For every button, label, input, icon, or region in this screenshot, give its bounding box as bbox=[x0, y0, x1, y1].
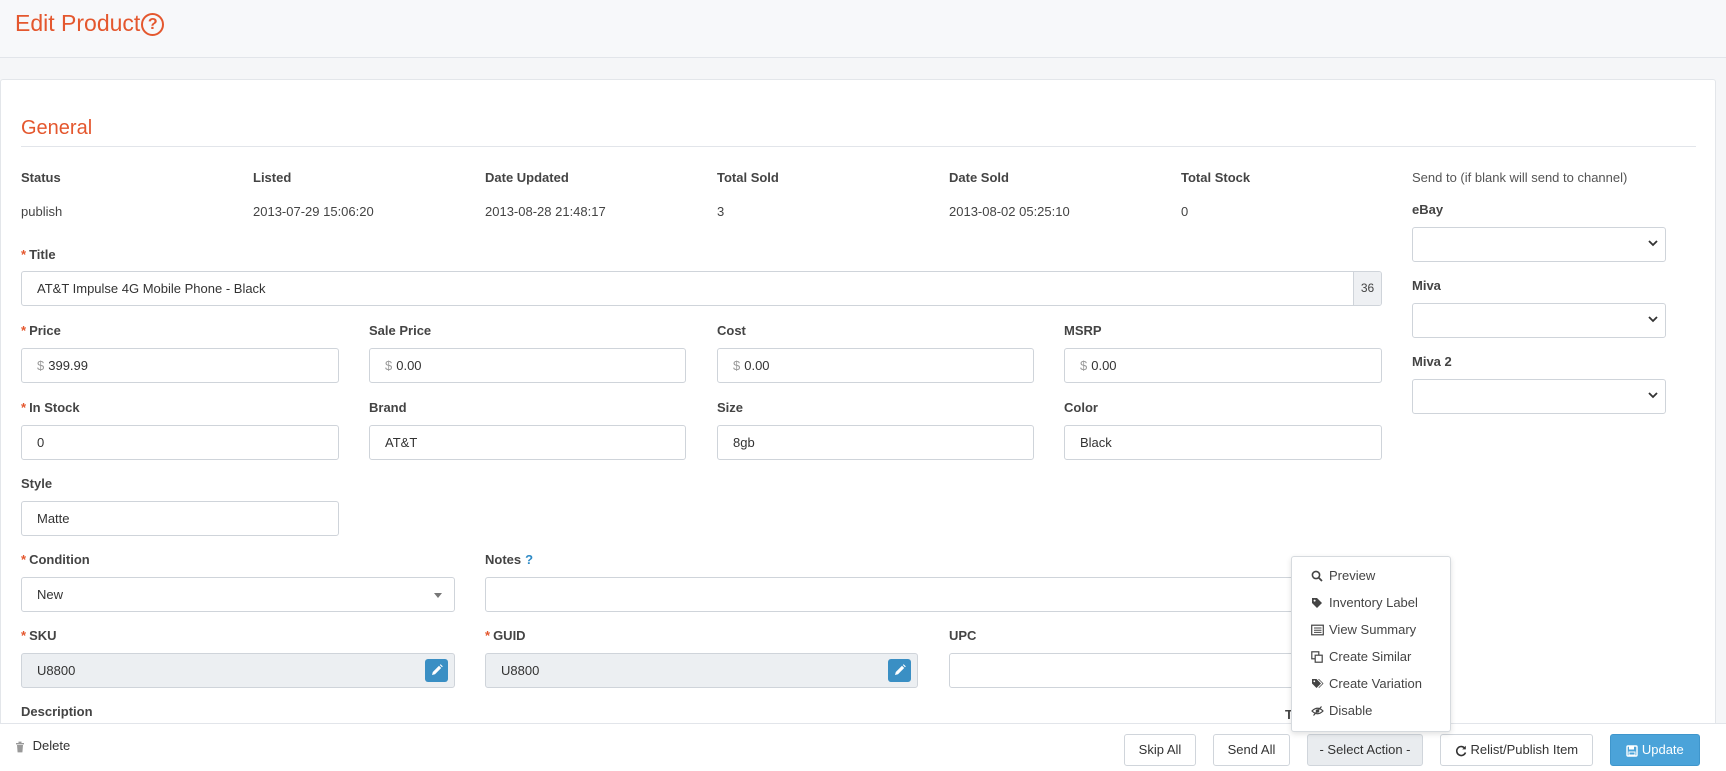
copy-icon bbox=[1311, 651, 1323, 663]
date-updated-value: 2013-08-28 21:48:17 bbox=[485, 204, 606, 219]
condition-value: New bbox=[37, 587, 64, 602]
date-updated-label: Date Updated bbox=[485, 170, 569, 185]
sale-price-label: Sale Price bbox=[369, 323, 432, 338]
tags-icon bbox=[1312, 679, 1324, 688]
send-to-heading: Send to (if blank will send to channel) bbox=[1412, 170, 1628, 185]
in-stock-input[interactable]: 0 bbox=[21, 425, 339, 460]
section-divider bbox=[21, 146, 1696, 147]
chevron-down-icon bbox=[1648, 316, 1658, 323]
section-title: General bbox=[21, 117, 93, 139]
style-input[interactable]: Matte bbox=[21, 501, 339, 536]
sku-label: * SKU bbox=[21, 628, 57, 643]
date-sold-value: 2013-08-02 05:25:10 bbox=[949, 204, 1070, 219]
condition-label: * Condition bbox=[21, 552, 90, 567]
size-input[interactable]: 8gb bbox=[717, 425, 1034, 460]
sale-price-input[interactable]: $0.00 bbox=[369, 348, 686, 383]
cost-input[interactable]: $0.00 bbox=[717, 348, 1034, 383]
notes-input[interactable] bbox=[485, 577, 1305, 612]
color-input[interactable]: Black bbox=[1064, 425, 1382, 460]
list-icon bbox=[1311, 624, 1324, 636]
update-button[interactable]: Update bbox=[1610, 734, 1700, 766]
send-all-button[interactable]: Send All bbox=[1213, 734, 1290, 766]
price-label: * Price bbox=[21, 323, 61, 338]
upc-label: UPC bbox=[949, 628, 977, 643]
pencil-icon bbox=[432, 664, 443, 675]
miva-label: Miva bbox=[1412, 278, 1441, 293]
select-action-menu: Preview Inventory Label View Summary Cre… bbox=[1291, 556, 1451, 732]
page-title: Edit Product? bbox=[15, 10, 165, 37]
total-stock-value: 0 bbox=[1181, 204, 1189, 219]
refresh-icon bbox=[1455, 745, 1467, 756]
general-card: General Status publish Listed 2013-07-29… bbox=[0, 79, 1716, 729]
total-stock-label: Total Stock bbox=[1181, 170, 1251, 185]
condition-select[interactable]: New bbox=[21, 577, 455, 612]
size-label: Size bbox=[717, 400, 744, 415]
update-label: Update bbox=[1641, 742, 1684, 757]
total-sold-value: 3 bbox=[717, 204, 725, 219]
cost-label: Cost bbox=[717, 323, 746, 338]
relist-publish-label: Relist/Publish Item bbox=[1470, 742, 1579, 757]
msrp-input[interactable]: $0.00 bbox=[1064, 348, 1382, 383]
upc-input[interactable] bbox=[949, 653, 1305, 688]
save-icon bbox=[1626, 744, 1638, 757]
delete-button[interactable]: Delete bbox=[15, 738, 70, 753]
search-icon bbox=[1311, 570, 1323, 582]
ebay-label: eBay bbox=[1412, 202, 1444, 217]
price-input[interactable]: $399.99 bbox=[21, 348, 339, 383]
footer-bar: Delete Skip All Send All - Select Action… bbox=[0, 723, 1726, 771]
delete-label: Delete bbox=[32, 738, 71, 753]
msrp-label: MSRP bbox=[1064, 323, 1102, 338]
miva-select[interactable] bbox=[1412, 303, 1666, 338]
total-sold-label: Total Sold bbox=[717, 170, 779, 185]
caret-down-icon bbox=[434, 593, 442, 598]
chevron-down-icon bbox=[1648, 392, 1658, 399]
brand-label: Brand bbox=[369, 400, 407, 415]
help-icon[interactable]: ? bbox=[141, 13, 165, 36]
brand-input[interactable]: AT&T bbox=[369, 425, 686, 460]
guid-value: U8800 bbox=[501, 663, 540, 678]
guid-input[interactable]: U8800 bbox=[485, 653, 918, 688]
sku-value: U8800 bbox=[37, 663, 76, 678]
ebay-select[interactable] bbox=[1412, 227, 1666, 262]
title-label: * Title bbox=[21, 247, 56, 262]
guid-edit-button[interactable] bbox=[888, 659, 911, 682]
sku-input[interactable]: U8800 bbox=[21, 653, 455, 688]
skip-all-button[interactable]: Skip All bbox=[1124, 734, 1196, 766]
guid-label: * GUID bbox=[485, 628, 526, 643]
notes-label: Notes? bbox=[485, 552, 534, 567]
in-stock-label: * In Stock bbox=[21, 400, 80, 415]
chevron-down-icon bbox=[1648, 240, 1658, 247]
select-action-button[interactable]: - Select Action - bbox=[1307, 734, 1423, 766]
eye-slash-icon bbox=[1311, 706, 1324, 716]
status-value: publish bbox=[21, 204, 63, 219]
status-label: Status bbox=[21, 170, 61, 185]
sku-edit-button[interactable] bbox=[425, 659, 448, 682]
date-sold-label: Date Sold bbox=[949, 170, 1009, 185]
miva2-label: Miva 2 bbox=[1412, 354, 1452, 369]
description-label: Description bbox=[21, 704, 93, 719]
notes-help-icon[interactable]: ? bbox=[525, 552, 533, 567]
title-char-count: 36 bbox=[1353, 272, 1381, 305]
listed-value: 2013-07-29 15:06:20 bbox=[253, 204, 374, 219]
listed-label: Listed bbox=[253, 170, 292, 185]
title-input-value: AT&T Impulse 4G Mobile Phone - Black bbox=[37, 281, 266, 296]
relist-publish-button[interactable]: Relist/Publish Item bbox=[1440, 734, 1593, 766]
tag-icon bbox=[1312, 598, 1322, 608]
color-label: Color bbox=[1064, 400, 1098, 415]
page-header: Edit Product? bbox=[0, 0, 1726, 58]
style-label: Style bbox=[21, 476, 53, 491]
pencil-icon bbox=[895, 664, 906, 675]
trash-icon bbox=[16, 741, 24, 752]
page-title-text: Edit Product bbox=[15, 10, 141, 36]
title-input[interactable]: AT&T Impulse 4G Mobile Phone - Black 36 bbox=[21, 271, 1382, 306]
miva2-select[interactable] bbox=[1412, 379, 1666, 414]
